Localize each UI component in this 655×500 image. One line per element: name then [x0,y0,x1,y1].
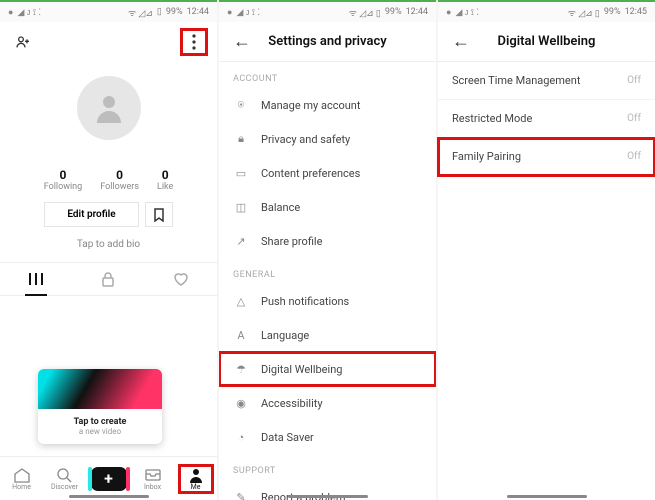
stat-following[interactable]: 0Following [44,168,83,192]
stat-likes[interactable]: 0Like [157,168,173,192]
bio-text[interactable]: Tap to add bio [0,239,217,250]
row-label: Screen Time Management [452,74,580,87]
drop-icon: ◔ [233,429,249,445]
edit-profile-button[interactable]: Edit profile [44,202,138,227]
row-push[interactable]: △Push notifications [219,284,436,318]
row-label: Family Pairing [452,150,521,163]
share-icon: ↗ [233,233,249,249]
nav-discover[interactable]: Discover [48,467,82,491]
tab-grid[interactable] [0,263,72,295]
row-language[interactable]: ALanguage [219,318,436,352]
home-indicator [507,495,587,498]
nav-inbox[interactable]: Inbox [136,467,170,491]
row-value: Off [627,75,641,86]
back-button[interactable]: ← [448,29,474,55]
section-general: GENERAL [219,258,436,284]
home-indicator [288,495,368,498]
status-bar: ●◢ ᴊ ⟟ ⁚ ᯤ ◿⊿ ▯99%12:44 [219,0,436,22]
row-balance[interactable]: ◫Balance [219,190,436,224]
nav-home[interactable]: Home [5,467,39,491]
section-support: SUPPORT [219,454,436,480]
row-content-prefs[interactable]: ▭Content preferences [219,156,436,190]
accessibility-icon: ◉ [233,395,249,411]
section-account: ACCOUNT [219,62,436,88]
row-share-profile[interactable]: ↗Share profile [219,224,436,258]
create-subtitle: a new video [46,427,154,436]
more-options-button[interactable] [181,29,207,55]
dw-topbar: ← Digital Wellbeing [438,22,655,62]
row-privacy[interactable]: 🔒︎Privacy and safety [219,122,436,156]
nav-create[interactable]: + [91,467,127,491]
clock: 12:44 [187,7,209,17]
pen-icon: ✎ [233,489,249,500]
settings-screen: ●◢ ᴊ ⟟ ⁚ ᯤ ◿⊿ ▯99%12:44 ← Settings and p… [219,0,436,500]
create-title: Tap to create [46,417,154,427]
profile-topbar [0,22,217,62]
avatar[interactable] [77,76,141,140]
lock-icon: 🔒︎ [233,131,249,147]
add-person-icon[interactable] [10,29,36,55]
row-digital-wellbeing[interactable]: ☂Digital Wellbeing [219,352,436,386]
wallet-icon: ◫ [233,199,249,215]
row-accessibility[interactable]: ◉Accessibility [219,386,436,420]
status-bar: ●◢ ᴊ ⟟ ⁚ ᯤ ◿⊿ ▯99%12:45 [438,0,655,22]
row-data-saver[interactable]: ◔Data Saver [219,420,436,454]
row-manage-account[interactable]: ⍟Manage my account [219,88,436,122]
status-bar: ● ◢ ᴊ ⟟ ⁚ ᯤ ◿⊿ ▯ 99% 12:44 [0,0,217,22]
username [0,144,217,156]
nav-me[interactable]: Me [179,465,213,493]
bookmark-button[interactable] [145,202,173,227]
stats-row: 0Following 0Followers 0Like [0,168,217,192]
person-icon: ⍟ [233,97,249,113]
settings-topbar: ← Settings and privacy [219,22,436,62]
row-restricted-mode[interactable]: Restricted Mode Off [438,100,655,138]
row-family-pairing[interactable]: Family Pairing Off [438,138,655,176]
profile-screen: ● ◢ ᴊ ⟟ ⁚ ᯤ ◿⊿ ▯ 99% 12:44 0Following 0F… [0,0,217,500]
row-screen-time[interactable]: Screen Time Management Off [438,62,655,100]
language-icon: A [233,327,249,343]
row-value: Off [627,151,641,162]
bell-icon: △ [233,293,249,309]
digital-wellbeing-screen: ●◢ ᴊ ⟟ ⁚ ᯤ ◿⊿ ▯99%12:45 ← Digital Wellbe… [438,0,655,500]
chat-icon: ● [8,7,13,18]
video-icon: ▭ [233,165,249,181]
tab-private[interactable] [72,263,144,295]
row-value: Off [627,113,641,124]
stat-followers[interactable]: 0Followers [100,168,139,192]
bottom-nav: Home Discover + Inbox Me [0,456,217,500]
create-card-art [38,369,162,409]
row-label: Restricted Mode [452,112,532,125]
umbrella-icon: ☂ [233,361,249,377]
home-indicator [69,495,149,498]
back-button[interactable]: ← [229,29,255,55]
create-video-card[interactable]: Tap to create a new video [38,369,162,444]
profile-tabs [0,262,217,296]
tab-liked[interactable] [145,263,217,295]
battery-percent: 99% [166,7,183,17]
